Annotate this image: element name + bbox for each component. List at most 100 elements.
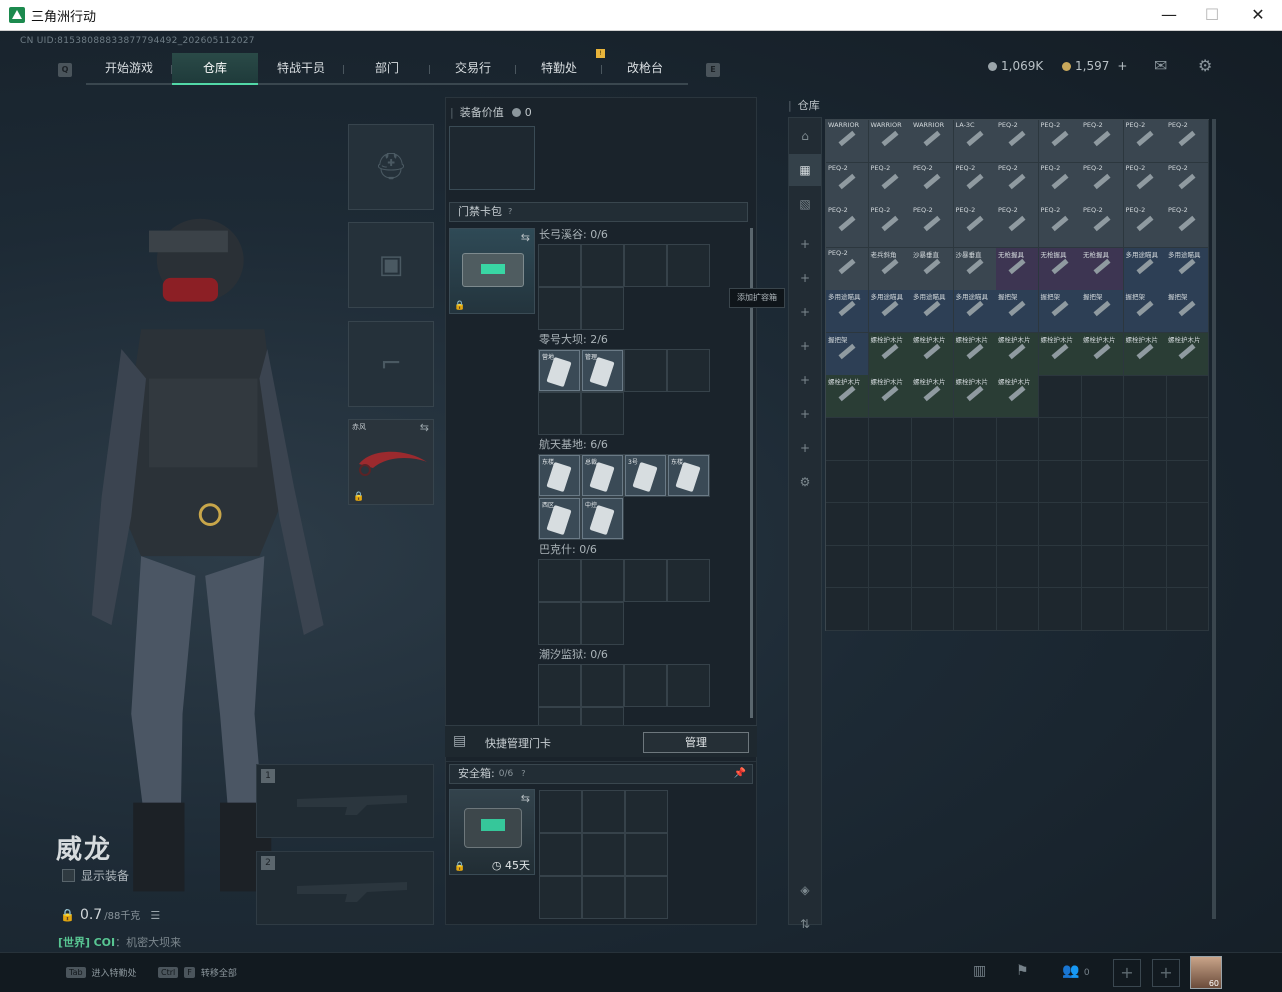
stash-scrollbar[interactable] bbox=[1212, 119, 1216, 919]
add-stash-tab-icon[interactable]: + bbox=[789, 296, 821, 328]
keycard-slot[interactable] bbox=[538, 287, 581, 330]
tab-warehouse[interactable]: 仓库 bbox=[172, 53, 258, 85]
stash-cell[interactable] bbox=[1038, 375, 1082, 418]
armor-slot[interactable]: ▣ bbox=[348, 222, 434, 308]
safe-box-slot[interactable] bbox=[539, 876, 582, 919]
keycard-slot[interactable] bbox=[624, 664, 667, 707]
stash-item[interactable]: 握把架 bbox=[1123, 290, 1166, 332]
pistol-slot[interactable]: ⌐ bbox=[348, 321, 434, 407]
player-avatar[interactable]: 60 bbox=[1190, 956, 1222, 989]
stash-item[interactable]: 握把架 bbox=[996, 290, 1038, 332]
stash-item[interactable]: 多用途瞄具 bbox=[1123, 247, 1166, 290]
stash-cell[interactable] bbox=[1038, 460, 1082, 503]
stash-cell[interactable] bbox=[1081, 375, 1124, 418]
stash-cell[interactable] bbox=[1081, 545, 1124, 588]
swap-icon[interactable]: ⇆ bbox=[521, 792, 530, 805]
keycard-slot[interactable] bbox=[624, 349, 667, 392]
add-stash-tab-icon[interactable]: + bbox=[789, 228, 821, 260]
minimize-button[interactable]: — bbox=[1146, 0, 1192, 31]
add-stash-tab-icon[interactable]: + bbox=[789, 330, 821, 362]
stash-item[interactable]: 多用途瞄具 bbox=[826, 290, 868, 332]
stash-cell[interactable] bbox=[953, 545, 997, 588]
stash-item[interactable]: 螺栓护木片 bbox=[911, 332, 953, 375]
keycard-slot[interactable] bbox=[538, 392, 581, 435]
stash-cell[interactable] bbox=[1166, 545, 1209, 588]
stash-item[interactable]: PEQ-2 bbox=[996, 120, 1038, 162]
add-currency-button[interactable]: + bbox=[1117, 59, 1127, 73]
tab-start-game[interactable]: 开始游戏 bbox=[86, 53, 172, 85]
keycard-slot[interactable] bbox=[581, 664, 624, 707]
stash-item[interactable]: 老兵斜角 bbox=[868, 247, 911, 290]
stash-item[interactable]: 握把架 bbox=[1038, 290, 1081, 332]
maximize-button[interactable]: ☐ bbox=[1189, 0, 1235, 31]
stash-item[interactable]: PEQ-2 bbox=[1166, 205, 1208, 247]
stash-cell[interactable] bbox=[1123, 417, 1167, 461]
stash-cell[interactable] bbox=[1038, 417, 1082, 461]
stash-cell[interactable] bbox=[1081, 417, 1124, 461]
keycard-slot[interactable] bbox=[538, 602, 581, 645]
keycard-slot[interactable] bbox=[667, 244, 710, 287]
world-chat-line[interactable]: [世界] COI：机密大坝来 bbox=[58, 934, 181, 950]
stash-cell[interactable] bbox=[1038, 502, 1082, 546]
stash-cell[interactable] bbox=[868, 545, 912, 588]
hint-enter-special-ops[interactable]: Tab 进入特勤处 bbox=[66, 966, 137, 979]
stash-item[interactable]: 握把架 bbox=[826, 332, 868, 375]
safe-box-slot[interactable] bbox=[582, 790, 625, 833]
stash-cell[interactable] bbox=[911, 545, 954, 588]
stash-item[interactable]: 握把架 bbox=[1166, 290, 1208, 332]
stash-item[interactable]: PEQ-2 bbox=[1081, 162, 1123, 205]
stash-item[interactable]: PEQ-2 bbox=[911, 162, 953, 205]
keycard-slot[interactable] bbox=[581, 287, 624, 330]
stash-item[interactable]: PEQ-2 bbox=[1038, 205, 1081, 247]
safe-box-slot[interactable] bbox=[625, 876, 668, 919]
stash-cell[interactable] bbox=[1081, 502, 1124, 546]
stash-item[interactable]: 螺栓护木片 bbox=[1166, 332, 1208, 375]
keycard-item[interactable]: 东楼 bbox=[539, 455, 580, 496]
stash-cell[interactable] bbox=[996, 545, 1039, 588]
stash-item[interactable]: 螺栓护木片 bbox=[826, 375, 868, 417]
stash-item[interactable]: PEQ-2 bbox=[911, 205, 953, 247]
keycard-item[interactable]: 总裁 bbox=[582, 455, 623, 496]
mail-icon[interactable]: ✉ bbox=[1154, 56, 1167, 75]
stash-cell[interactable] bbox=[996, 417, 1039, 461]
stash-item[interactable]: 螺栓护木片 bbox=[1081, 332, 1123, 375]
show-equipment-toggle[interactable]: 显示装备 bbox=[62, 867, 129, 884]
keycard-case-item[interactable]: ⇆ 🔒 bbox=[449, 228, 535, 314]
stash-item[interactable]: 螺栓护木片 bbox=[1038, 332, 1081, 375]
safe-box-slot[interactable] bbox=[625, 790, 668, 833]
add-stash-tab-icon[interactable]: + bbox=[789, 262, 821, 294]
keycard-slot[interactable] bbox=[624, 244, 667, 287]
keycard-slot[interactable] bbox=[581, 602, 624, 645]
melee-slot[interactable]: 赤风 ⇆ 🔒 bbox=[348, 419, 434, 505]
stash-cell[interactable] bbox=[1123, 502, 1167, 546]
stash-item[interactable]: PEQ-2 bbox=[953, 205, 996, 247]
tab-special-ops[interactable]: 特勤处 bbox=[516, 53, 602, 85]
stash-item[interactable]: PEQ-2 bbox=[826, 162, 868, 205]
stash-item[interactable]: 螺栓护木片 bbox=[953, 332, 996, 375]
keycard-slot[interactable] bbox=[581, 559, 624, 602]
stash-item[interactable]: WARRIOR bbox=[868, 120, 911, 162]
stash-item[interactable]: PEQ-2 bbox=[1166, 120, 1208, 162]
stash-item[interactable]: 螺栓护木片 bbox=[868, 332, 911, 375]
safe-box-slot[interactable] bbox=[539, 833, 582, 876]
stash-cell[interactable] bbox=[1123, 375, 1167, 418]
stash-cell[interactable] bbox=[911, 587, 954, 631]
stash-item[interactable]: 沙暴垂直 bbox=[953, 247, 996, 290]
stash-tab-main-icon[interactable]: ▦ bbox=[789, 154, 821, 186]
stash-item[interactable]: WARRIOR bbox=[826, 120, 868, 162]
stash-cell[interactable] bbox=[911, 417, 954, 461]
keycard-slot[interactable] bbox=[538, 664, 581, 707]
stash-cell[interactable] bbox=[1166, 375, 1209, 418]
stash-item[interactable]: 螺栓护木片 bbox=[996, 375, 1038, 417]
stash-item[interactable]: 无枪握具 bbox=[1081, 247, 1123, 290]
checkbox[interactable] bbox=[62, 869, 75, 882]
stash-cell[interactable] bbox=[1166, 460, 1209, 503]
safe-box-slot[interactable] bbox=[539, 790, 582, 833]
stash-cell[interactable] bbox=[996, 587, 1039, 631]
keycard-slot[interactable] bbox=[667, 664, 710, 707]
stash-cell[interactable] bbox=[868, 502, 912, 546]
stash-item[interactable]: 沙暴垂直 bbox=[911, 247, 953, 290]
stash-item[interactable]: 多用途瞄具 bbox=[1166, 247, 1208, 290]
stash-cell[interactable] bbox=[1123, 545, 1167, 588]
friends-icon[interactable]: 👥 0 bbox=[1062, 963, 1090, 979]
